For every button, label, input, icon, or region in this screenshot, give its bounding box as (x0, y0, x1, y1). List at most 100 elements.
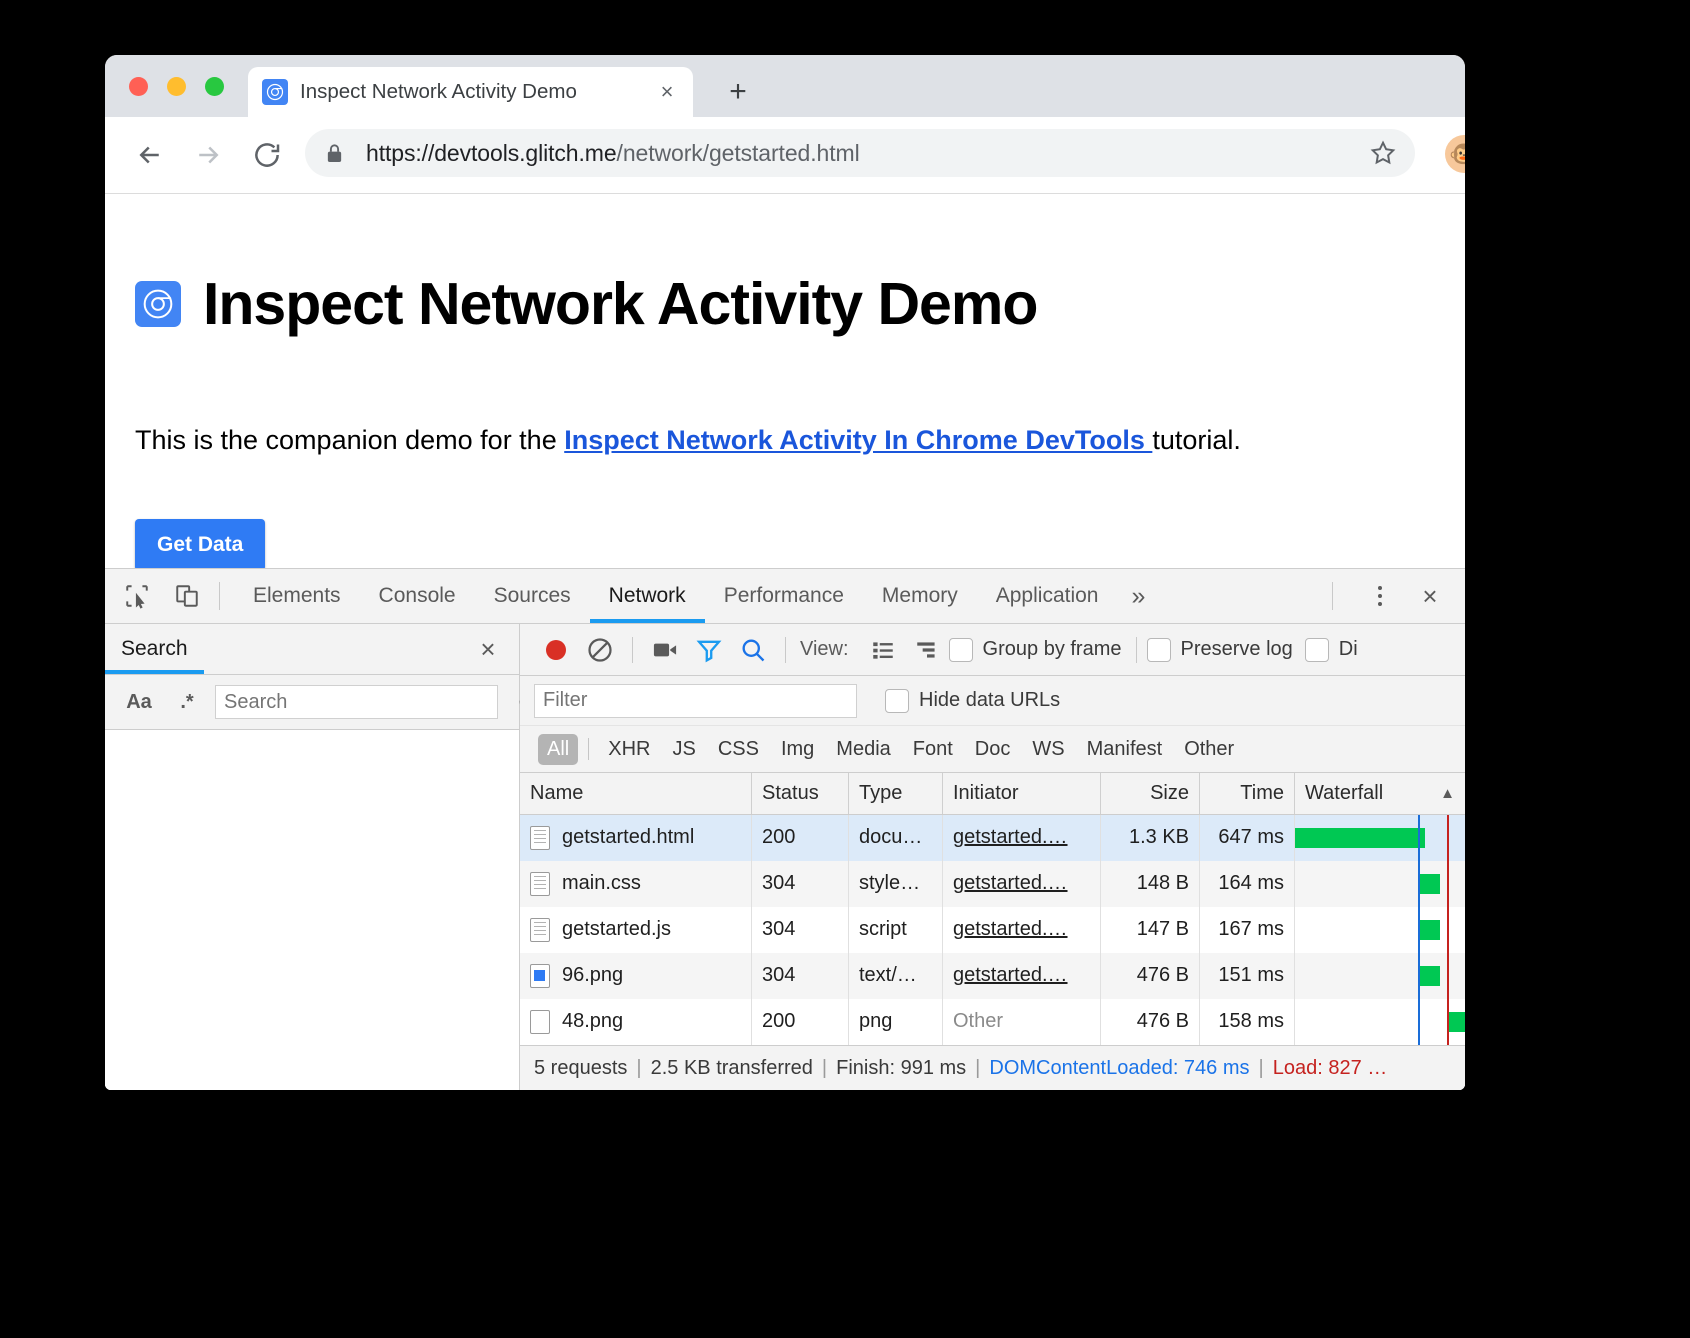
tab-console[interactable]: Console (360, 569, 475, 623)
waterfall-view-icon[interactable] (905, 630, 949, 670)
tutorial-link[interactable]: Inspect Network Activity In Chrome DevTo… (564, 425, 1152, 455)
cell-time: 647 ms (1200, 814, 1295, 861)
device-toolbar-icon[interactable] (169, 578, 205, 614)
more-tabs-icon[interactable]: » (1117, 569, 1159, 623)
match-case-button[interactable]: Aa (119, 684, 159, 720)
waterfall-bar (1418, 965, 1440, 986)
search-input[interactable] (215, 685, 498, 719)
hide-data-urls-checkbox[interactable]: Hide data URLs (885, 688, 1061, 713)
tab-network[interactable]: Network (589, 569, 705, 623)
address-bar[interactable]: https://devtools.glitch.me/network/getst… (305, 129, 1415, 177)
close-tab-icon[interactable]: × (655, 79, 679, 104)
type-filter-js[interactable]: JS (663, 734, 704, 765)
devtools-menu-icon[interactable] (1363, 579, 1397, 613)
table-row[interactable]: main.css 304 style… getstarted.… 148 B 164 ms (520, 860, 1465, 907)
resource-type-filters: All XHR JS CSS Img Media Font Doc WS Manifest Othe… (520, 726, 1465, 773)
close-window-button[interactable] (129, 77, 148, 96)
cell-status: 304 (752, 952, 849, 999)
cell-type: docu… (849, 814, 943, 861)
tab-performance[interactable]: Performance (705, 569, 863, 623)
tab-memory[interactable]: Memory (863, 569, 977, 623)
table-row[interactable]: 96.png 304 text/… getstarted.… 476 B 151 ms (520, 952, 1465, 999)
group-by-frame-checkbox[interactable]: Group by frame (948, 637, 1122, 662)
checkbox-box[interactable] (1146, 637, 1171, 662)
avatar[interactable]: 🐵 (1445, 135, 1465, 173)
column-header-waterfall[interactable]: Waterfall ▲ (1295, 773, 1465, 814)
sort-ascending-icon: ▲ (1440, 784, 1455, 802)
tab-sources[interactable]: Sources (475, 569, 590, 623)
forward-button[interactable] (188, 135, 228, 175)
cell-time: 164 ms (1200, 860, 1295, 907)
preserve-log-checkbox[interactable]: Preserve log (1146, 637, 1293, 662)
type-filter-xhr[interactable]: XHR (599, 734, 659, 765)
table-row[interactable]: 48.png 200 png Other 476 B 158 ms (520, 998, 1465, 1045)
column-header-time[interactable]: Time (1200, 772, 1295, 814)
column-header-initiator[interactable]: Initiator (943, 772, 1101, 814)
waterfall-bar (1295, 827, 1425, 848)
new-tab-button[interactable]: + (720, 75, 756, 111)
search-toolbar: Aa .* (105, 675, 585, 730)
hide-data-urls-label: Hide data URLs (919, 689, 1061, 712)
column-header-size[interactable]: Size (1101, 772, 1200, 814)
cell-size: 476 B (1101, 952, 1200, 999)
tab-elements[interactable]: Elements (234, 569, 360, 623)
type-filter-font[interactable]: Font (904, 734, 962, 765)
filter-input[interactable] (534, 683, 857, 718)
minimize-window-button[interactable] (167, 77, 186, 96)
browser-toolbar: https://devtools.glitch.me/network/getst… (105, 117, 1465, 194)
table-row[interactable]: getstarted.js 304 script getstarted.… 147 B1… (520, 906, 1465, 953)
cell-size: 476 B (1101, 998, 1200, 1045)
checkbox-box[interactable] (885, 688, 909, 713)
close-search-drawer-icon[interactable]: × (473, 634, 503, 664)
reload-button[interactable] (247, 135, 287, 175)
cell-waterfall (1295, 860, 1465, 907)
dom-content-loaded-line (1418, 814, 1420, 861)
column-header-type[interactable]: Type (849, 772, 943, 814)
capture-screenshots-icon[interactable] (643, 630, 687, 670)
type-filter-other[interactable]: Other (1175, 734, 1243, 765)
disable-cache-checkbox[interactable]: Di (1304, 637, 1358, 662)
cell-name: getstarted.js (520, 906, 752, 953)
type-filter-img[interactable]: Img (772, 734, 823, 765)
back-button[interactable] (130, 135, 170, 175)
bookmark-star-icon[interactable] (1369, 139, 1397, 167)
close-devtools-icon[interactable]: × (1413, 579, 1447, 613)
filter-icon[interactable] (687, 630, 731, 670)
tab-application[interactable]: Application (977, 569, 1118, 623)
browser-tab-strip: Inspect Network Activity Demo × + (105, 55, 1465, 117)
toolbar-divider (1332, 582, 1333, 610)
type-filter-ws[interactable]: WS (1023, 734, 1073, 765)
type-filter-doc[interactable]: Doc (966, 734, 1020, 765)
image-icon (530, 963, 550, 988)
toolbar-divider (632, 636, 633, 663)
type-filter-css[interactable]: CSS (709, 734, 768, 765)
load-event-line (1447, 906, 1449, 953)
search-panel-title: Search (121, 637, 188, 660)
type-filter-all[interactable]: All (538, 733, 579, 765)
regex-button[interactable]: .* (167, 684, 207, 720)
checkbox-box[interactable] (948, 637, 973, 662)
network-status-bar: 5 requests | 2.5 KB transferred | Finish… (520, 1044, 1465, 1090)
column-header-status[interactable]: Status (752, 772, 849, 814)
dom-content-loaded-line (1418, 906, 1420, 953)
get-data-button[interactable]: Get Data (135, 519, 266, 572)
browser-tab[interactable]: Inspect Network Activity Demo × (248, 67, 693, 117)
maximize-window-button[interactable] (205, 77, 224, 96)
cell-size: 148 B (1101, 860, 1200, 907)
tab-search[interactable]: Search (105, 624, 204, 674)
search-icon[interactable] (731, 630, 775, 670)
inspect-element-icon[interactable] (119, 578, 155, 614)
list-view-icon[interactable] (861, 630, 905, 670)
table-row[interactable]: getstarted.html 200 docu… getstarted.… 1.3 K… (520, 814, 1465, 861)
type-filter-manifest[interactable]: Manifest (1078, 734, 1172, 765)
clear-requests-icon[interactable] (578, 630, 622, 670)
chrome-logo-icon (135, 280, 181, 327)
record-button[interactable] (534, 630, 578, 670)
checkbox-box[interactable] (1304, 637, 1329, 662)
cell-status: 200 (752, 814, 849, 861)
type-filter-media[interactable]: Media (827, 734, 899, 765)
column-header-name[interactable]: Name (520, 772, 752, 814)
page-paragraph: This is the companion demo for the Inspe… (135, 425, 1435, 456)
column-header-waterfall-label: Waterfall (1305, 781, 1384, 804)
cell-size: 147 B (1101, 906, 1200, 953)
